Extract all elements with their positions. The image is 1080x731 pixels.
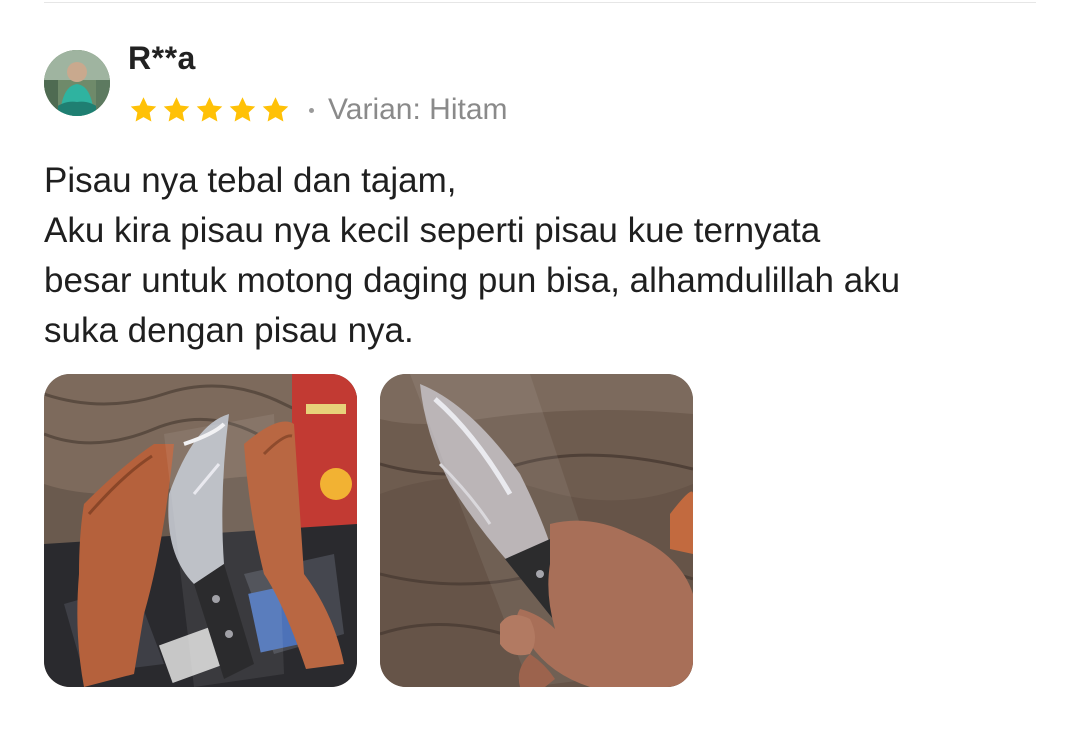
variant-label: Varian: Hitam <box>328 93 508 126</box>
review-text-line: suka dengan pisau nya. <box>44 311 414 350</box>
star-icon <box>194 95 225 125</box>
star-icon <box>227 95 258 125</box>
avatar[interactable] <box>44 50 110 116</box>
username[interactable]: R**a <box>128 40 196 77</box>
review-text: Pisau nya tebal dan tajam, Aku kira pisa… <box>44 156 1044 356</box>
review-text-line: besar untuk motong daging pun bisa, alha… <box>44 261 901 300</box>
review-photo-2[interactable] <box>380 374 693 687</box>
review-text-line: Pisau nya tebal dan tajam, <box>44 161 457 200</box>
star-rating <box>128 95 291 125</box>
top-divider <box>44 2 1036 3</box>
star-icon <box>161 95 192 125</box>
star-icon <box>260 95 291 125</box>
star-icon <box>128 95 159 125</box>
review-text-line: Aku kira pisau nya kecil seperti pisau k… <box>44 211 821 250</box>
separator-dot <box>309 107 314 113</box>
rating-row: Varian: Hitam <box>128 90 508 130</box>
review-photo-1[interactable] <box>44 374 357 687</box>
